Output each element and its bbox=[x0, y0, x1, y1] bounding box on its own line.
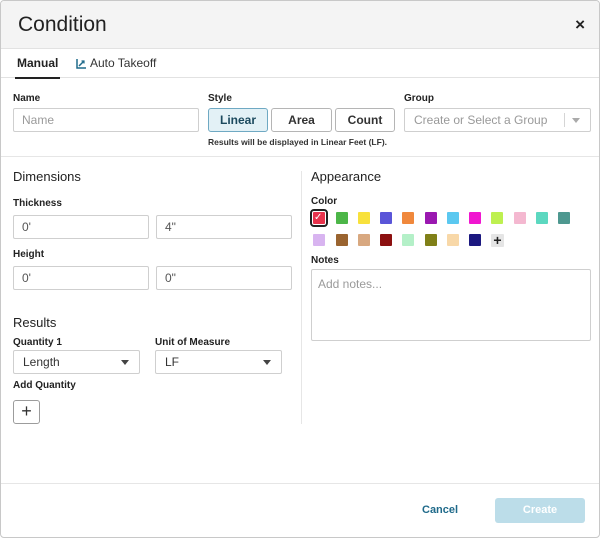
quantity1-label: Quantity 1 bbox=[13, 337, 62, 348]
style-hint: Results will be displayed in Linear Feet… bbox=[208, 137, 388, 147]
color-swatch[interactable] bbox=[514, 212, 526, 224]
style-linear-button[interactable]: Linear bbox=[208, 108, 268, 132]
name-label: Name bbox=[13, 93, 41, 104]
tab-auto-takeoff-label: Auto Takeoff bbox=[90, 56, 157, 70]
tab-auto-takeoff[interactable]: Auto Takeoff bbox=[76, 56, 156, 72]
add-color-icon[interactable]: + bbox=[491, 233, 504, 247]
condition-dialog: Condition × Manual Auto Takeoff Name Sty… bbox=[0, 0, 600, 538]
group-label: Group bbox=[404, 93, 434, 104]
cancel-button[interactable]: Cancel bbox=[422, 504, 458, 516]
color-swatch[interactable] bbox=[402, 234, 414, 246]
thickness-feet-input[interactable] bbox=[13, 215, 149, 239]
chevron-down-icon bbox=[263, 360, 271, 365]
quantity1-value: Length bbox=[23, 355, 60, 369]
style-area-button[interactable]: Area bbox=[271, 108, 332, 132]
thickness-label: Thickness bbox=[13, 198, 62, 209]
auto-takeoff-icon bbox=[76, 58, 87, 72]
results-title: Results bbox=[13, 315, 57, 330]
color-swatch[interactable] bbox=[358, 212, 370, 224]
check-icon: ✓ bbox=[314, 212, 323, 223]
unit-select[interactable]: LF bbox=[155, 350, 282, 374]
group-select-separator bbox=[564, 113, 565, 127]
tab-bar: Manual Auto Takeoff bbox=[1, 49, 599, 79]
color-swatch-selected[interactable]: ✓ bbox=[310, 209, 328, 227]
color-swatch[interactable] bbox=[425, 234, 437, 246]
thickness-inches-input[interactable] bbox=[156, 215, 292, 239]
section-divider bbox=[1, 156, 599, 157]
add-quantity-label: Add Quantity bbox=[13, 380, 76, 391]
notes-textarea[interactable] bbox=[311, 269, 591, 341]
height-label: Height bbox=[13, 249, 45, 260]
group-select[interactable]: Create or Select a Group bbox=[404, 108, 591, 132]
color-swatch[interactable] bbox=[380, 212, 392, 224]
color-swatch[interactable] bbox=[313, 234, 325, 246]
dialog-footer: Cancel Create bbox=[1, 483, 599, 537]
chevron-down-icon bbox=[572, 118, 580, 123]
color-swatch[interactable] bbox=[558, 212, 570, 224]
notes-label: Notes bbox=[311, 255, 339, 266]
close-icon[interactable]: × bbox=[575, 16, 585, 34]
unit-label: Unit of Measure bbox=[155, 337, 231, 348]
height-inches-input[interactable] bbox=[156, 266, 292, 290]
name-input[interactable] bbox=[13, 108, 199, 132]
color-swatch[interactable] bbox=[425, 212, 437, 224]
column-divider bbox=[301, 171, 302, 424]
color-label: Color bbox=[311, 196, 338, 207]
tab-manual[interactable]: Manual bbox=[15, 56, 61, 79]
group-select-placeholder: Create or Select a Group bbox=[414, 113, 548, 127]
create-button[interactable]: Create bbox=[495, 498, 585, 523]
color-swatch[interactable] bbox=[536, 212, 548, 224]
style-label: Style bbox=[208, 93, 232, 104]
color-swatch[interactable] bbox=[336, 234, 348, 246]
active-tab-indicator bbox=[15, 77, 61, 79]
color-swatch[interactable] bbox=[358, 234, 370, 246]
style-count-button[interactable]: Count bbox=[335, 108, 395, 132]
color-swatch[interactable] bbox=[336, 212, 348, 224]
unit-value: LF bbox=[165, 355, 180, 369]
height-feet-input[interactable] bbox=[13, 266, 149, 290]
tab-manual-label: Manual bbox=[17, 56, 59, 70]
quantity1-select[interactable]: Length bbox=[13, 350, 140, 374]
color-swatch[interactable] bbox=[469, 212, 481, 224]
color-swatch[interactable] bbox=[402, 212, 414, 224]
dimensions-title: Dimensions bbox=[13, 169, 81, 184]
dialog-title: Condition bbox=[18, 13, 107, 36]
color-swatch[interactable] bbox=[447, 212, 459, 224]
color-swatch[interactable] bbox=[380, 234, 392, 246]
color-swatch[interactable] bbox=[447, 234, 459, 246]
chevron-down-icon bbox=[121, 360, 129, 365]
color-swatch[interactable] bbox=[491, 212, 503, 224]
appearance-title: Appearance bbox=[311, 169, 382, 184]
color-swatch[interactable] bbox=[469, 234, 481, 246]
add-quantity-button[interactable]: + bbox=[13, 400, 40, 424]
dialog-header: Condition × bbox=[1, 1, 599, 49]
